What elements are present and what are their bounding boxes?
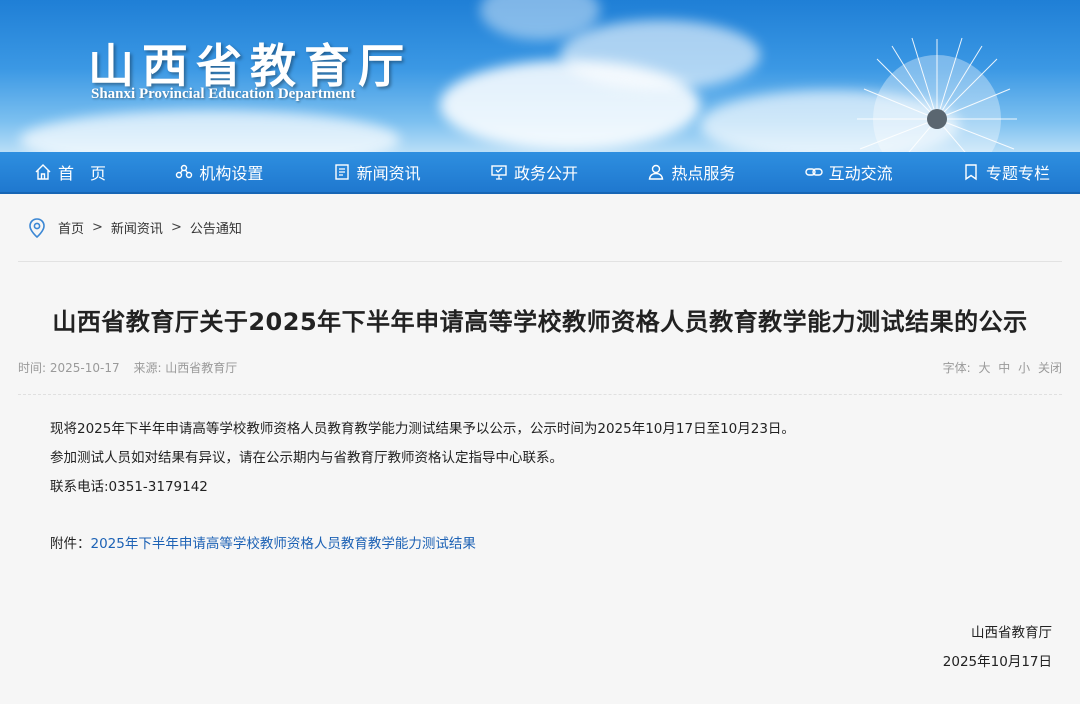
banner-cloud [20,110,400,152]
breadcrumb-notice[interactable]: 公告通知 [190,218,242,237]
header-banner: 山西省教育厅 Shanxi Provincial Education Depar… [0,0,1080,152]
nav-item-label: 专题专栏 [985,164,1050,183]
location-pin-icon [29,217,45,238]
font-medium-button[interactable]: 中 [998,361,1010,375]
attachment: 附件：2025年下半年申请高等学校教师资格人员教育教学能力测试结果 [50,530,1062,559]
main-content: 首页 > 新闻资讯 > 公告通知 山西省教育厅关于2025年下半年申请高等学校教… [0,194,1080,677]
article-body: 现将2025年下半年申请高等学校教师资格人员教育教学能力测试结果予以公示，公示时… [18,395,1062,559]
font-small-button[interactable]: 小 [1018,361,1030,375]
nav-item-org[interactable]: 机构设置 [175,160,263,184]
nav-item-service[interactable]: 热点服务 [647,160,735,184]
signature-date: 2025年10月17日 [942,654,1052,670]
site-title-en: Shanxi Provincial Education Department [91,86,356,102]
publish-time: 时间: 2025-10-17 [18,361,120,375]
contact-phone: 联系电话:0351-3179142 [50,479,208,495]
signature: 山西省教育厅 2025年10月17日 [18,619,1062,677]
news-icon [334,164,349,180]
signature-org: 山西省教育厅 [971,625,1052,641]
main-nav: 首 页 机构设置 新闻资讯 政务公开 热点服务 互动交流 专题专栏 [0,152,1080,194]
dandelion-icon [857,37,1017,152]
font-size-label: 字体: [942,361,971,375]
paragraph: 参加测试人员如对结果有异议，请在公示期内与省教育厅教师资格认定指导中心联系。 [50,450,563,466]
breadcrumb-home[interactable]: 首页 [58,218,84,237]
government-icon [491,165,507,180]
home-icon [35,164,51,180]
nav-item-label: 机构设置 [199,164,264,183]
nav-item-label: 互动交流 [828,164,893,183]
font-large-button[interactable]: 大 [978,361,990,375]
bookmark-icon [965,164,977,181]
banner-cloud [560,20,760,90]
breadcrumb-separator: > [92,220,103,235]
service-icon [649,164,664,180]
close-button[interactable]: 关闭 [1038,361,1062,375]
article-meta: 时间: 2025-10-17 来源: 山西省教育厅 字体: 大 中 小 关闭 [18,359,1062,395]
nav-item-topics[interactable]: 专题专栏 [962,160,1050,184]
link-icon [804,168,823,176]
attachment-link[interactable]: 2025年下半年申请高等学校教师资格人员教育教学能力测试结果 [91,536,476,552]
nav-item-news[interactable]: 新闻资讯 [333,160,421,184]
nav-item-label: 新闻资讯 [356,164,421,183]
breadcrumb-separator: > [170,220,182,235]
nav-item-label: 政务公开 [513,164,578,183]
nav-item-government[interactable]: 政务公开 [490,160,578,184]
paragraph: 现将2025年下半年申请高等学校教师资格人员教育教学能力测试结果予以公示，公示时… [50,421,795,437]
article-source: 来源: 山西省教育厅 [133,361,238,375]
org-icon [176,164,193,179]
attachment-label: 附件： [50,536,91,552]
article-title: 山西省教育厅关于2025年下半年申请高等学校教师资格人员教育教学能力测试结果的公… [52,308,1028,336]
nav-item-interaction[interactable]: 互动交流 [804,160,893,184]
nav-item-home[interactable]: 首 页 [34,160,106,184]
breadcrumb-news[interactable]: 新闻资讯 [111,218,163,237]
nav-item-label: 热点服务 [671,164,736,183]
breadcrumb: 首页 > 新闻资讯 > 公告通知 [18,194,1062,262]
nav-item-label: 首 页 [58,164,107,183]
